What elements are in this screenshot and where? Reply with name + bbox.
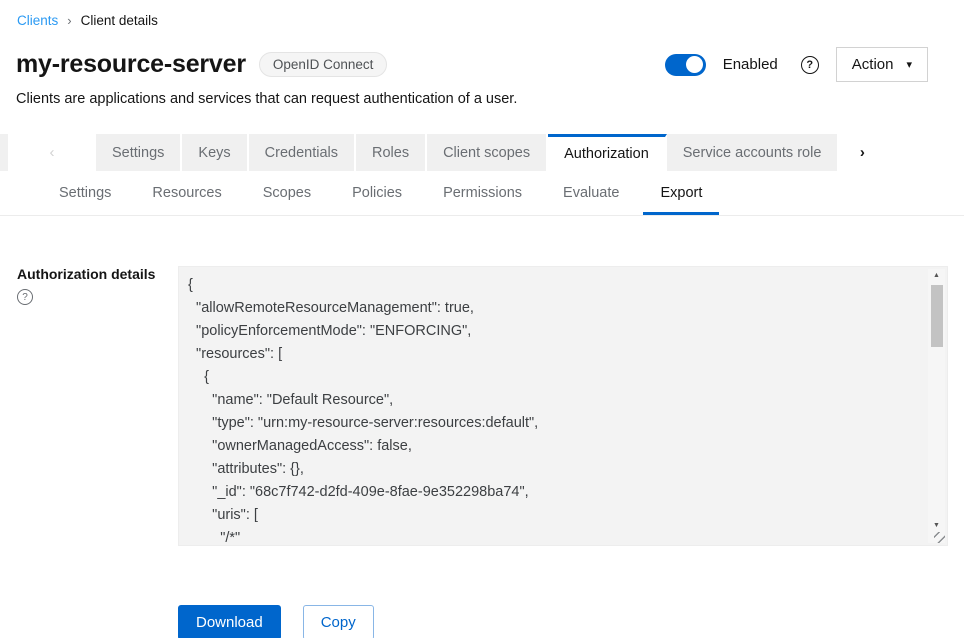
enabled-label: Enabled [723, 56, 778, 73]
title-group: my-resource-server OpenID Connect [16, 50, 387, 79]
tab-client-scopes[interactable]: Client scopes [427, 134, 548, 171]
subtab-policies[interactable]: Policies [335, 176, 419, 215]
copy-button[interactable]: Copy [303, 605, 374, 638]
download-button[interactable]: Download [178, 605, 281, 638]
tabs-scroll-left-icon[interactable]: ‹ [8, 134, 96, 171]
field-help-icon[interactable]: ? [17, 289, 33, 305]
page-description: Clients are applications and services th… [0, 91, 964, 107]
subtab-evaluate[interactable]: Evaluate [546, 176, 636, 215]
subtab-permissions[interactable]: Permissions [426, 176, 539, 215]
tabs-scroll-right-icon[interactable]: › [839, 134, 885, 171]
form-actions: Download Copy [0, 605, 964, 638]
authorization-sub-tab-bar: Settings Resources Scopes Policies Permi… [0, 176, 964, 216]
page-title: my-resource-server [16, 50, 246, 79]
scroll-up-icon[interactable]: ▲ [928, 272, 945, 279]
breadcrumb-clients-link[interactable]: Clients [17, 13, 58, 28]
action-dropdown-label: Action [852, 56, 894, 73]
authorization-details-textarea[interactable]: { "allowRemoteResourceManagement": true,… [178, 266, 948, 546]
tab-keys[interactable]: Keys [182, 134, 248, 171]
header-controls: Enabled ? Action ▾ [665, 47, 928, 82]
tab-roles[interactable]: Roles [356, 134, 427, 171]
chevron-down-icon: ▾ [906, 58, 912, 71]
action-dropdown-button[interactable]: Action ▾ [836, 47, 928, 82]
toggle-knob [686, 56, 703, 73]
tab-settings[interactable]: Settings [96, 134, 182, 171]
field-label-column: Authorization details ? [17, 266, 178, 546]
scrollbar-thumb[interactable] [931, 285, 943, 347]
resize-grip-icon[interactable] [934, 532, 945, 543]
breadcrumb-separator-icon: › [67, 13, 71, 28]
enabled-toggle[interactable] [665, 54, 706, 76]
textarea-scrollbar[interactable]: ▲ ▼ [928, 269, 945, 543]
export-form: Authorization details ? { "allowRemoteRe… [0, 266, 964, 546]
scrolled-tab-stub [0, 134, 8, 171]
breadcrumb: Clients › Client details [0, 0, 964, 28]
main-tab-bar: ‹ Settings Keys Credentials Roles Client… [0, 134, 964, 171]
help-icon[interactable]: ? [801, 56, 819, 74]
tab-credentials[interactable]: Credentials [249, 134, 356, 171]
subtab-resources[interactable]: Resources [135, 176, 238, 215]
scroll-down-icon[interactable]: ▼ [928, 522, 945, 529]
protocol-badge: OpenID Connect [259, 52, 388, 77]
breadcrumb-current: Client details [81, 13, 158, 28]
tab-service-accounts-roles[interactable]: Service accounts role [667, 134, 840, 171]
tab-authorization[interactable]: Authorization [548, 134, 667, 171]
authorization-details-label: Authorization details [17, 266, 178, 282]
authorization-json-text: { "allowRemoteResourceManagement": true,… [179, 267, 925, 545]
subtab-settings[interactable]: Settings [42, 176, 128, 215]
page-header: my-resource-server OpenID Connect Enable… [0, 47, 964, 82]
subtab-export[interactable]: Export [643, 176, 719, 215]
subtab-scopes[interactable]: Scopes [246, 176, 328, 215]
